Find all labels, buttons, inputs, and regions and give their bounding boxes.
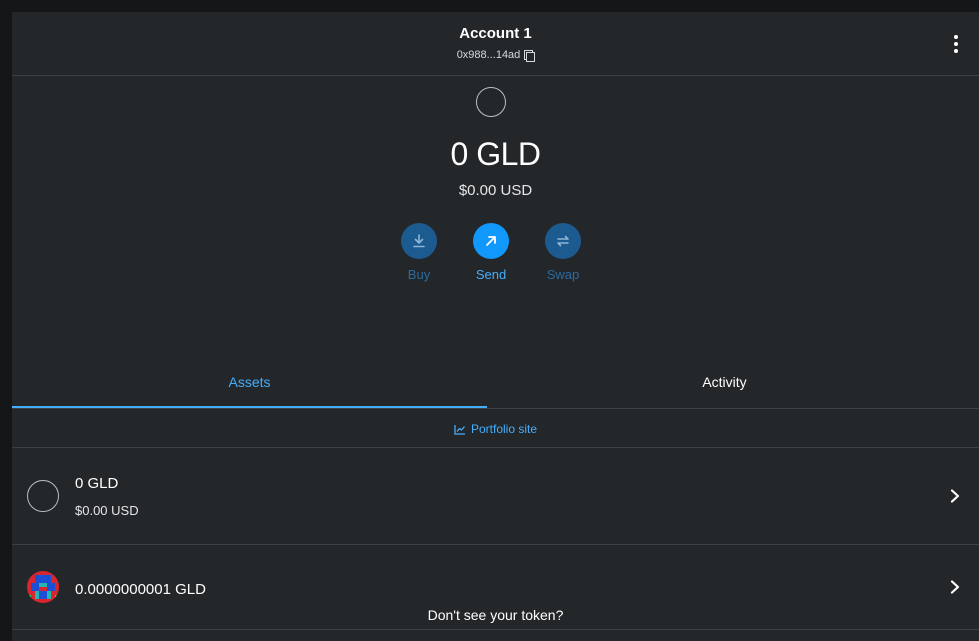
download-icon	[401, 223, 437, 259]
dont-see-token-text: Don't see your token?	[427, 607, 564, 623]
wallet-window: Account 1 0x988...14ad 0 GLD $0.00 USD B…	[12, 12, 979, 641]
kebab-dot	[954, 35, 958, 39]
swap-label: Swap	[546, 267, 580, 282]
kebab-menu-icon[interactable]	[951, 35, 961, 55]
balance-usd: $0.00 USD	[458, 182, 533, 199]
chevron-right-icon[interactable]	[949, 489, 961, 503]
copy-icon[interactable]	[524, 49, 536, 62]
portfolio-site-link[interactable]: Portfolio site	[12, 409, 979, 448]
asset-usd: $0.00 USD	[75, 503, 139, 518]
token-icon	[476, 87, 506, 117]
arrow-up-right-icon	[473, 223, 509, 259]
tab-activity[interactable]: Activity	[487, 360, 962, 408]
account-name[interactable]: Account 1	[12, 25, 979, 42]
swap-icon	[545, 223, 581, 259]
portfolio-site-label[interactable]: Portfolio site	[471, 422, 537, 436]
balance-overview: 0 GLD $0.00 USD Buy Send Swap	[12, 76, 979, 360]
send-button[interactable]: Send	[461, 223, 521, 282]
tab-bar: Assets Activity	[12, 360, 979, 409]
asset-amount: 0 GLD	[75, 475, 119, 492]
buy-button[interactable]: Buy	[389, 223, 449, 282]
identicon-icon	[27, 571, 59, 603]
asset-row-gld[interactable]: 0 GLD $0.00 USD	[12, 448, 979, 545]
chart-icon	[454, 425, 465, 435]
account-header: Account 1 0x988...14ad	[12, 12, 979, 76]
kebab-dot	[954, 49, 958, 53]
buy-label: Buy	[407, 267, 431, 282]
kebab-dot	[954, 42, 958, 46]
asset-amount: 0.0000000001 GLD	[75, 581, 206, 598]
swap-button[interactable]: Swap	[533, 223, 593, 282]
tab-assets[interactable]: Assets	[12, 360, 487, 408]
account-address[interactable]: 0x988...14ad	[457, 49, 521, 61]
token-icon	[27, 480, 59, 512]
account-address-row[interactable]: 0x988...14ad	[12, 49, 979, 62]
send-label: Send	[475, 267, 507, 282]
chevron-right-icon[interactable]	[949, 580, 961, 594]
balance-amount: 0 GLD	[450, 136, 541, 172]
